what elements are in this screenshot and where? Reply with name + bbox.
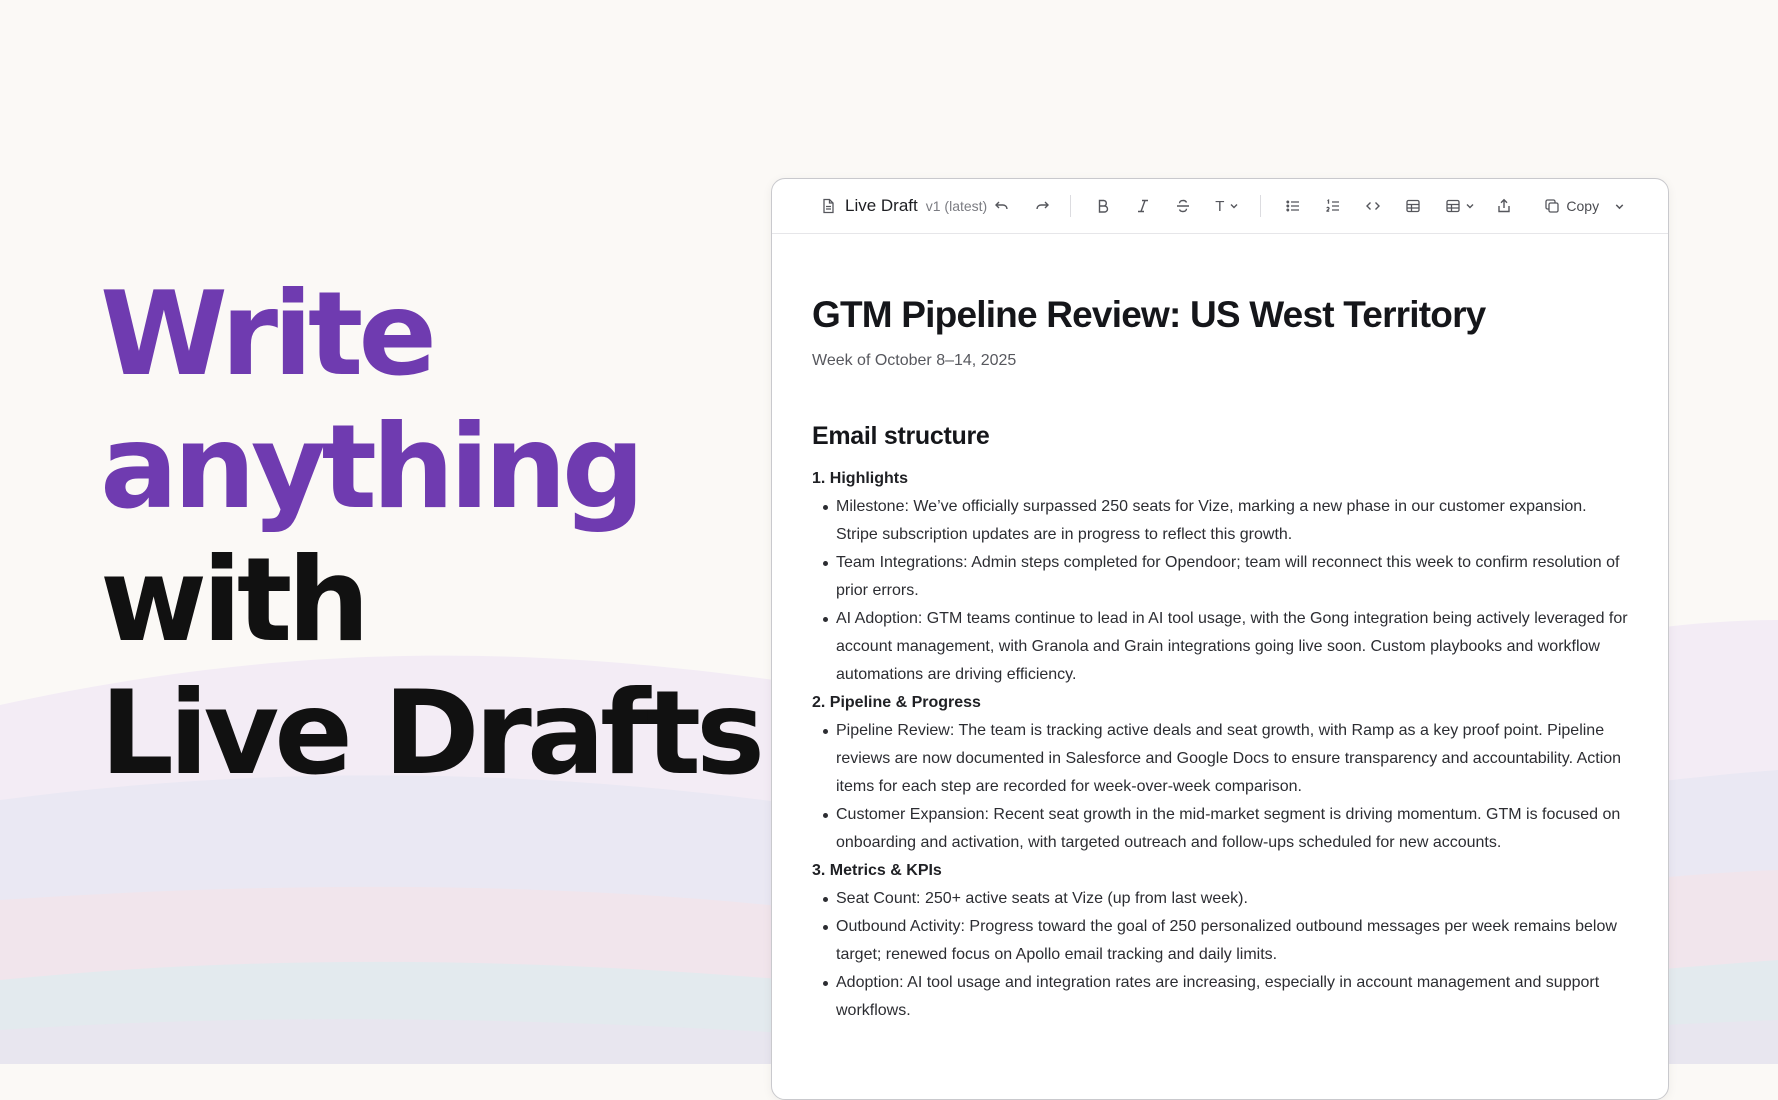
document-heading: GTM Pipeline Review: US West Territory: [812, 294, 1486, 335]
table-button[interactable]: [1405, 192, 1421, 220]
list-item: Milestone: We’ve officially surpassed 25…: [823, 493, 1628, 549]
version-label[interactable]: v1 (latest): [926, 198, 987, 214]
share-button[interactable]: [1496, 192, 1512, 220]
copy-icon: [1545, 199, 1560, 213]
hero-line-2: anything: [100, 400, 645, 535]
list-item: Seat Count: 250+ active seats at Vize (u…: [823, 885, 1628, 913]
table-options-dropdown[interactable]: [1445, 192, 1476, 220]
editor-window: Live Draft v1 (latest) T Copy GTM Pipeli…: [771, 178, 1669, 1100]
bullet-list: Milestone: We’ve officially surpassed 25…: [812, 493, 1628, 689]
list-item: Pipeline Review: The team is tracking ac…: [823, 717, 1628, 801]
copy-label: Copy: [1566, 198, 1600, 214]
bullet-list: Pipeline Review: The team is tracking ac…: [812, 717, 1628, 857]
bullet-list: Seat Count: 250+ active seats at Vize (u…: [812, 885, 1628, 1025]
section-title: 3. Metrics & KPIs: [812, 862, 942, 879]
metrics-section: 3. Metrics & KPIs Seat Count: 250+ activ…: [812, 857, 1628, 1025]
editor-toolbar: Live Draft v1 (latest) T Copy: [772, 179, 1668, 234]
chevron-down-icon: [1466, 204, 1474, 209]
hero-headline: Write anything with Live Drafts: [100, 267, 765, 801]
numbered-list-icon: [1326, 199, 1340, 212]
pipeline-section: 2. Pipeline & Progress Pipeline Review: …: [812, 689, 1628, 857]
list-item: AI Adoption: GTM teams continue to lead …: [823, 605, 1628, 689]
strikethrough-button[interactable]: [1175, 192, 1191, 220]
text-style-icon: T: [1215, 197, 1225, 215]
toolbar-divider: [1070, 195, 1072, 217]
document-subtitle: Week of October 8–14, 2025: [812, 352, 1017, 369]
document-icon: [820, 192, 836, 220]
share-icon: [1498, 198, 1511, 213]
hero-line-1: Write: [100, 267, 437, 402]
section-title: 2. Pipeline & Progress: [812, 694, 981, 711]
undo-icon: [995, 201, 1008, 210]
copy-button[interactable]: Copy: [1544, 192, 1599, 220]
code-button[interactable]: [1365, 192, 1381, 220]
bullet-list-button[interactable]: [1285, 192, 1301, 220]
chevron-down-icon: [1230, 204, 1238, 209]
list-item: Outbound Activity: Progress toward the g…: [823, 913, 1628, 969]
hero-line-3: with: [100, 533, 370, 668]
italic-button[interactable]: [1135, 192, 1151, 220]
table-options-icon: [1446, 199, 1461, 213]
section-title: 1. Highlights: [812, 470, 908, 487]
section-heading: Email structure: [812, 422, 990, 450]
numbered-list-button[interactable]: [1325, 192, 1341, 220]
list-item: Adoption: AI tool usage and integration …: [823, 969, 1628, 1025]
bold-button[interactable]: [1095, 192, 1111, 220]
strikethrough-icon: [1177, 199, 1190, 213]
document-title[interactable]: Live Draft: [845, 196, 918, 216]
toolbar-divider: [1260, 195, 1262, 217]
table-icon: [1406, 199, 1421, 213]
text-style-dropdown[interactable]: T: [1215, 192, 1240, 220]
bold-icon: [1099, 199, 1109, 213]
chevron-down-icon: [1615, 203, 1624, 209]
bullet-list-icon: [1286, 200, 1300, 212]
italic-icon: [1138, 199, 1149, 213]
redo-icon: [1036, 201, 1050, 210]
redo-button[interactable]: [1034, 192, 1050, 220]
copy-options-dropdown[interactable]: [1613, 192, 1626, 220]
list-item: Customer Expansion: Recent seat growth i…: [823, 801, 1628, 857]
highlights-section: 1. Highlights Milestone: We’ve officiall…: [812, 465, 1628, 689]
hero-line-4: Live Drafts: [100, 666, 765, 801]
code-icon: [1366, 202, 1381, 210]
document-body[interactable]: GTM Pipeline Review: US West Territory W…: [772, 234, 1668, 1025]
list-item: Team Integrations: Admin steps completed…: [823, 549, 1628, 605]
undo-button[interactable]: [994, 192, 1010, 220]
